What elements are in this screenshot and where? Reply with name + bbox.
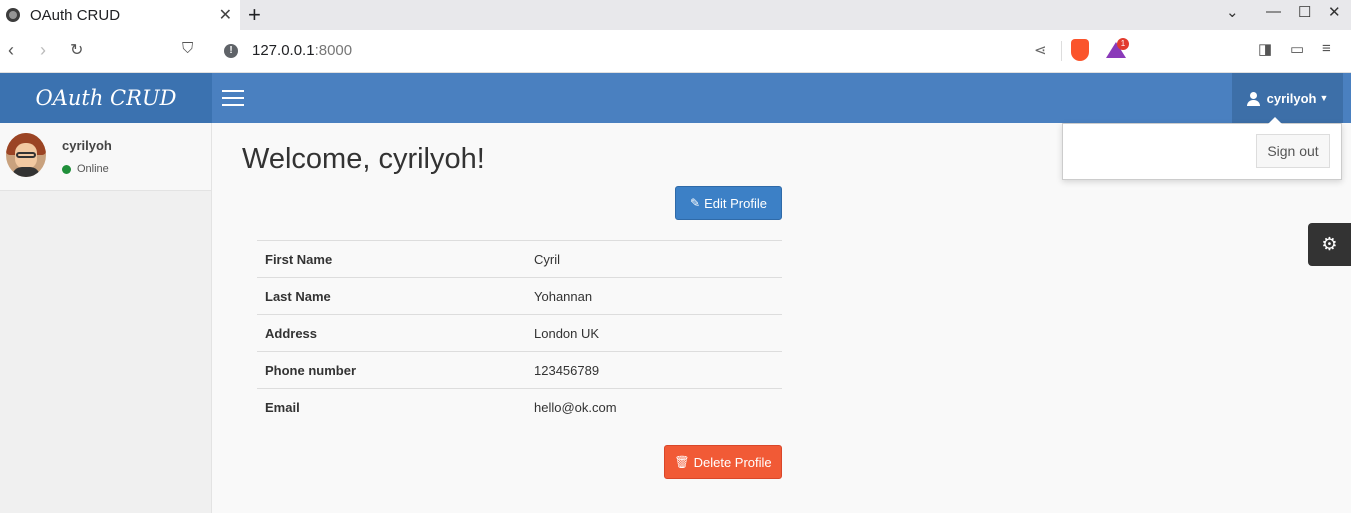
sidebar-user-name: cyrilyoh (62, 138, 112, 153)
delete-profile-button[interactable]: 🗑 Delete Profile (664, 445, 782, 479)
tab-close-icon[interactable]: ✕ (219, 5, 232, 25)
table-row: Email hello@ok.com (257, 388, 782, 426)
brave-shields-icon[interactable] (1071, 39, 1089, 61)
minimize-icon[interactable]: — (1266, 3, 1281, 20)
avatar (6, 133, 46, 177)
tab-title: OAuth CRUD (30, 6, 121, 24)
reload-icon[interactable]: ↻ (70, 40, 83, 60)
logo-text: OAuth CRUD (35, 86, 177, 110)
table-row: Address London UK (257, 314, 782, 352)
table-row: Phone number 123456789 (257, 351, 782, 389)
row-label: Phone number (265, 362, 357, 378)
address-bar[interactable]: ! 127.0.0.1:8000 (212, 34, 1132, 67)
row-value: Yohannan (534, 288, 593, 304)
sidebar-toggle-button[interactable] (222, 90, 244, 106)
settings-gear-icon[interactable]: ⚙ (1308, 223, 1351, 266)
logo[interactable]: OAuth CRUD (0, 73, 212, 123)
browser-tab-bar: OAuth CRUD ✕ + ⌄ — ☐ ✕ (0, 0, 1351, 30)
page-title: Welcome, cyrilyoh! (242, 143, 485, 175)
url-host: 127.0.0.1 (252, 42, 315, 59)
row-label: Email (265, 399, 300, 415)
back-icon[interactable]: ‹ (8, 40, 14, 61)
sidebar-toggle-icon[interactable]: ◨ (1258, 40, 1272, 58)
caret-down-icon: ▼ (1319, 93, 1329, 103)
window-close-icon[interactable]: ✕ (1328, 3, 1341, 21)
wallet-icon[interactable]: ▭ (1290, 40, 1304, 58)
online-status: Online (62, 163, 109, 175)
delete-profile-label: Delete Profile (693, 454, 772, 470)
tab-search-chevron-icon[interactable]: ⌄ (1226, 3, 1239, 21)
maximize-icon[interactable]: ☐ (1298, 3, 1311, 21)
url-port: :8000 (314, 42, 353, 59)
table-row: First Name Cyril (257, 240, 782, 278)
browser-toolbar: ‹ › ↻ ⛉ ! 127.0.0.1:8000 ⋖ ◨ ▭ ≡ (0, 30, 1351, 73)
toolbar-divider (1061, 41, 1062, 61)
user-menu-button[interactable]: cyrilyoh ▼ (1232, 73, 1343, 123)
app-header: OAuth CRUD cyrilyoh ▼ (0, 73, 1351, 123)
bookmark-icon[interactable]: ⛉ (182, 40, 193, 57)
profile-table: First Name Cyril Last Name Yohannan Addr… (257, 240, 782, 426)
user-panel: cyrilyoh Online (0, 123, 211, 191)
menu-icon[interactable]: ≡ (1322, 40, 1331, 57)
share-icon[interactable]: ⋖ (1034, 41, 1047, 59)
user-menu-label: cyrilyoh (1266, 90, 1317, 106)
globe-icon (6, 8, 20, 22)
row-value: Cyril (534, 251, 560, 267)
main-content: Welcome, cyrilyoh! ✎ Edit Profile First … (212, 123, 1351, 513)
online-dot-icon (62, 164, 71, 174)
sidebar: cyrilyoh Online (0, 123, 212, 513)
edit-icon: ✎ (690, 196, 701, 210)
status-text: Online (77, 163, 109, 175)
forward-icon[interactable]: › (40, 40, 46, 61)
edit-profile-button[interactable]: ✎ Edit Profile (675, 186, 782, 220)
row-label: Last Name (265, 288, 331, 304)
info-icon[interactable]: ! (224, 43, 238, 58)
new-tab-button[interactable]: + (248, 2, 261, 28)
table-row: Last Name Yohannan (257, 277, 782, 315)
edit-profile-label: Edit Profile (704, 195, 767, 211)
browser-tab[interactable]: OAuth CRUD ✕ (0, 0, 240, 30)
row-value: hello@ok.com (534, 399, 617, 415)
url-text: 127.0.0.1:8000 (252, 42, 352, 59)
trash-icon: 🗑 (674, 455, 690, 469)
row-value: London UK (534, 325, 600, 341)
row-label: Address (265, 325, 318, 341)
rewards-badge: 1 (1117, 38, 1129, 50)
row-value: 123456789 (534, 362, 600, 378)
user-icon (1246, 91, 1260, 106)
row-label: First Name (265, 251, 333, 267)
